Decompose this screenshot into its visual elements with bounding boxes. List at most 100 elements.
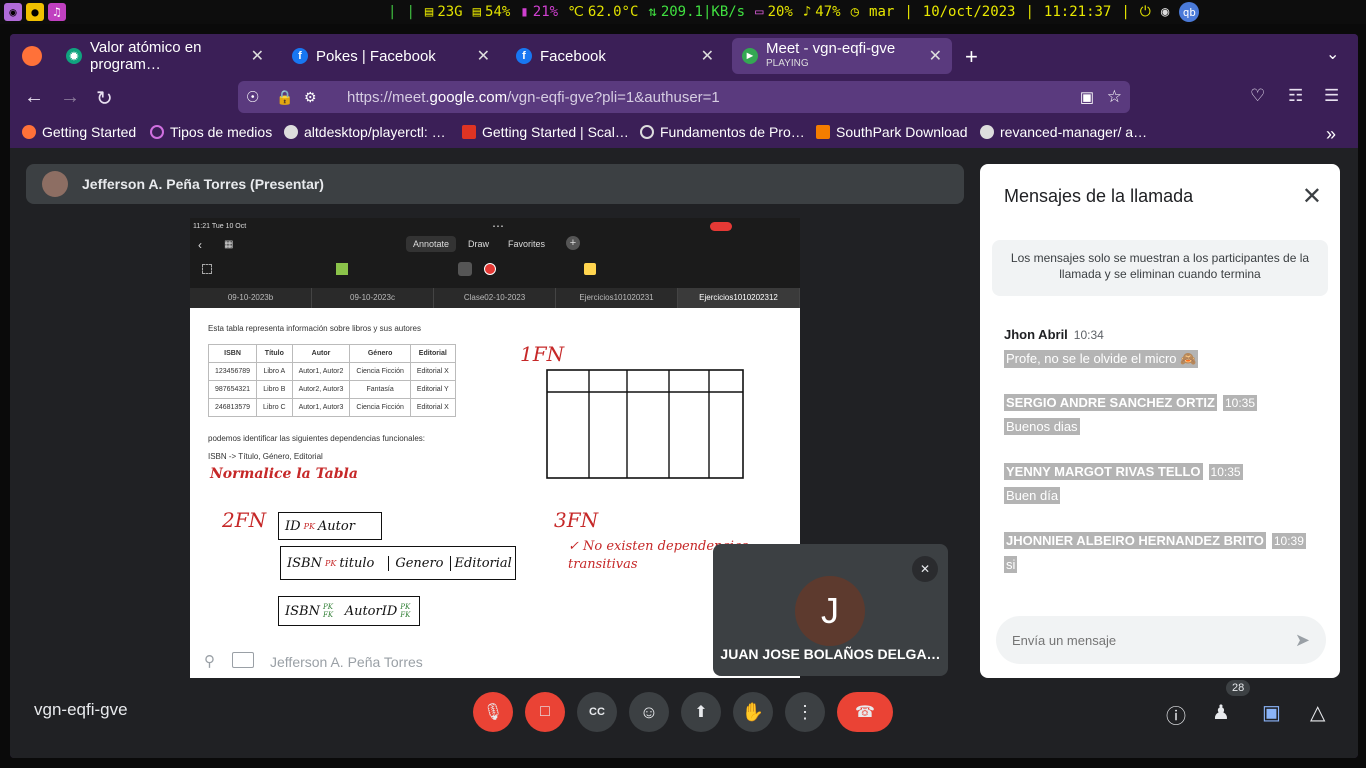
cpu-indicator: ▮ 21%: [520, 4, 559, 20]
hand-icon: ✋: [741, 701, 765, 722]
reactions-button[interactable]: ☺: [629, 692, 669, 732]
table-header: Editorial: [409, 344, 456, 363]
weekday: mar: [869, 4, 895, 20]
url-text[interactable]: https://meet.google.com/vgn-eqfi-gve?pli…: [347, 89, 720, 106]
present-button[interactable]: ⬆: [681, 692, 721, 732]
chat-input[interactable]: [1012, 632, 1272, 648]
raise-hand-button[interactable]: ✋: [733, 692, 773, 732]
presenter-bar: Jefferson A. Peña Torres (Presentar): [26, 164, 964, 204]
hand-2fn: 2FN: [222, 508, 267, 532]
firefox-icon[interactable]: [22, 46, 42, 66]
table-cell: Libro A: [256, 362, 293, 381]
forward-icon[interactable]: →: [60, 86, 80, 109]
bookmark-southpark[interactable]: SouthPark Download: [816, 124, 968, 140]
mic-off-button[interactable]: 🎙: [473, 692, 513, 732]
table-row: 987654321 Libro B Autor2, Autor3 Fantasí…: [207, 380, 456, 399]
globe-icon: [640, 125, 654, 139]
emoji-icon: ☺: [639, 701, 659, 722]
battery-value: 20%: [767, 4, 793, 20]
table-cell: Editorial X: [409, 362, 456, 381]
leave-call-button[interactable]: ☎: [837, 692, 893, 732]
bookmark-playerctl[interactable]: altdesktop/playerctl: …: [284, 124, 446, 140]
power-icon[interactable]: ⏻: [1140, 4, 1151, 20]
presentation-icon[interactable]: [232, 652, 254, 668]
books-table: ISBN Título Autor Género Editorial 12345…: [207, 344, 456, 417]
info-icon[interactable]: ⓘ: [1166, 700, 1186, 729]
address-bar[interactable]: ☉ 🔒 ⚙ https://meet.google.com/vgn-eqfi-g…: [238, 81, 1130, 113]
clock-icon: ◷: [850, 4, 860, 20]
tablet-add-icon: +: [566, 236, 580, 250]
new-tab-icon[interactable]: +: [965, 44, 978, 70]
screen-share-icon[interactable]: ▣: [1080, 88, 1094, 106]
back-icon[interactable]: ←: [24, 86, 44, 109]
hand-1fn: 1FN: [520, 342, 565, 366]
message-text: Profe, no se le olvide el micro 🙈: [1004, 350, 1199, 368]
bookmark-getting-started[interactable]: Getting Started: [22, 124, 136, 140]
browser-window: ✹ Valor atómico en program… ✕ f Pokes | …: [10, 34, 1358, 758]
scala-icon: [462, 125, 476, 139]
storage-indicator: ▤ 23G: [424, 4, 463, 20]
message-time: 10:39: [1271, 533, 1306, 549]
hand-box-authors: ID PK Autor: [278, 512, 382, 540]
tab-valor-atomico[interactable]: ✹ Valor atómico en program… ✕: [56, 38, 274, 74]
doc-intro-text: Esta tabla representa información sobre …: [208, 324, 421, 333]
menu-icon[interactable]: ☰: [1324, 86, 1339, 106]
camera-off-button[interactable]: □: [525, 692, 565, 732]
call-controls: vgn-eqfi-gve 🎙 □ CC ☺ ⬆ ✋ ⋮ ☎ ⓘ 28 ♟ ▣ △: [10, 678, 1358, 758]
participant-name: JUAN JOSE BOLAÑOS DELGA…: [720, 646, 941, 662]
participant-tile[interactable]: ✕ J JUAN JOSE BOLAÑOS DELGA…: [713, 544, 948, 676]
pin-icon[interactable]: ⚲: [204, 652, 215, 670]
activities-icon[interactable]: △: [1310, 700, 1325, 725]
permissions-icon[interactable]: ⚙: [304, 89, 317, 106]
people-icon[interactable]: ♟: [1212, 700, 1230, 725]
memory-indicator: ▤ 54%: [472, 4, 511, 20]
hand-box-key: PK FK: [400, 603, 411, 619]
firefox-workspace-icon[interactable]: ●: [26, 3, 44, 21]
table-cell: Fantasía: [349, 380, 411, 399]
close-tab-icon[interactable]: ✕: [929, 46, 942, 66]
table-cell: Ciencia Ficción: [349, 398, 411, 417]
bookmark-revanced[interactable]: revanced-manager/ a…: [980, 124, 1147, 140]
qbittorrent-icon[interactable]: qb: [1179, 2, 1200, 22]
tab-facebook[interactable]: f Facebook ✕: [506, 38, 724, 74]
tablet-tab-draw: Draw: [468, 239, 490, 249]
bookmark-fundamentos[interactable]: Fundamentos de Pro…: [640, 124, 805, 140]
participant-avatar: J: [795, 576, 865, 646]
message-text: Buenos dias: [1004, 418, 1080, 435]
close-tab-icon[interactable]: ✕: [701, 46, 714, 66]
pocket-icon[interactable]: ♡: [1250, 86, 1265, 106]
hand-normalize: Normalice la Tabla: [210, 466, 358, 482]
workspace-icon[interactable]: ◉: [4, 3, 22, 21]
list-tabs-icon[interactable]: ⌄: [1326, 44, 1339, 64]
close-tab-icon[interactable]: ✕: [251, 46, 264, 66]
close-icon[interactable]: ✕: [1302, 182, 1322, 211]
extensions-icon[interactable]: ☶: [1288, 86, 1303, 106]
table-cell: 123456789: [207, 362, 258, 381]
bookmark-label: Getting Started | Scal…: [482, 124, 629, 140]
doc-tab: 09-10-2023b: [190, 288, 312, 308]
tablet-tab-annotate: Annotate: [406, 236, 457, 252]
captions-button[interactable]: CC: [577, 692, 617, 732]
bookmark-star-icon[interactable]: ☆: [1107, 87, 1122, 107]
lock-icon[interactable]: 🔒: [276, 89, 293, 106]
reload-icon[interactable]: ↻: [96, 86, 113, 111]
wifi-icon[interactable]: ◉: [1161, 4, 1169, 20]
volume-indicator[interactable]: ♪ 47%: [803, 4, 841, 20]
chat-icon[interactable]: ▣: [1262, 700, 1281, 725]
bookmark-tipos-de-medios[interactable]: Tipos de medios: [150, 124, 272, 140]
more-bookmarks-icon[interactable]: »: [1326, 124, 1336, 145]
facebook-icon: f: [292, 48, 308, 64]
music-icon[interactable]: ♫: [48, 3, 66, 21]
message-time: 10:35: [1208, 464, 1243, 480]
tracking-shield-icon[interactable]: ☉: [246, 88, 259, 106]
tablet-select-icon: [202, 264, 212, 274]
bookmark-scala[interactable]: Getting Started | Scal…: [462, 124, 629, 140]
more-options-button[interactable]: ⋮: [785, 692, 825, 732]
tab-pokes-facebook[interactable]: f Pokes | Facebook ✕: [282, 38, 500, 74]
close-tab-icon[interactable]: ✕: [477, 46, 490, 66]
send-icon[interactable]: ➤: [1295, 630, 1310, 651]
hand-box-book-author: ISBN PK FK AutorID PK FK: [278, 596, 420, 626]
doc-tab: Ejercicios101020231: [556, 288, 678, 308]
tab-meet[interactable]: ► Meet - vgn-eqfi-gve PLAYING ✕: [732, 38, 952, 74]
bookmark-label: Getting Started: [42, 124, 137, 140]
